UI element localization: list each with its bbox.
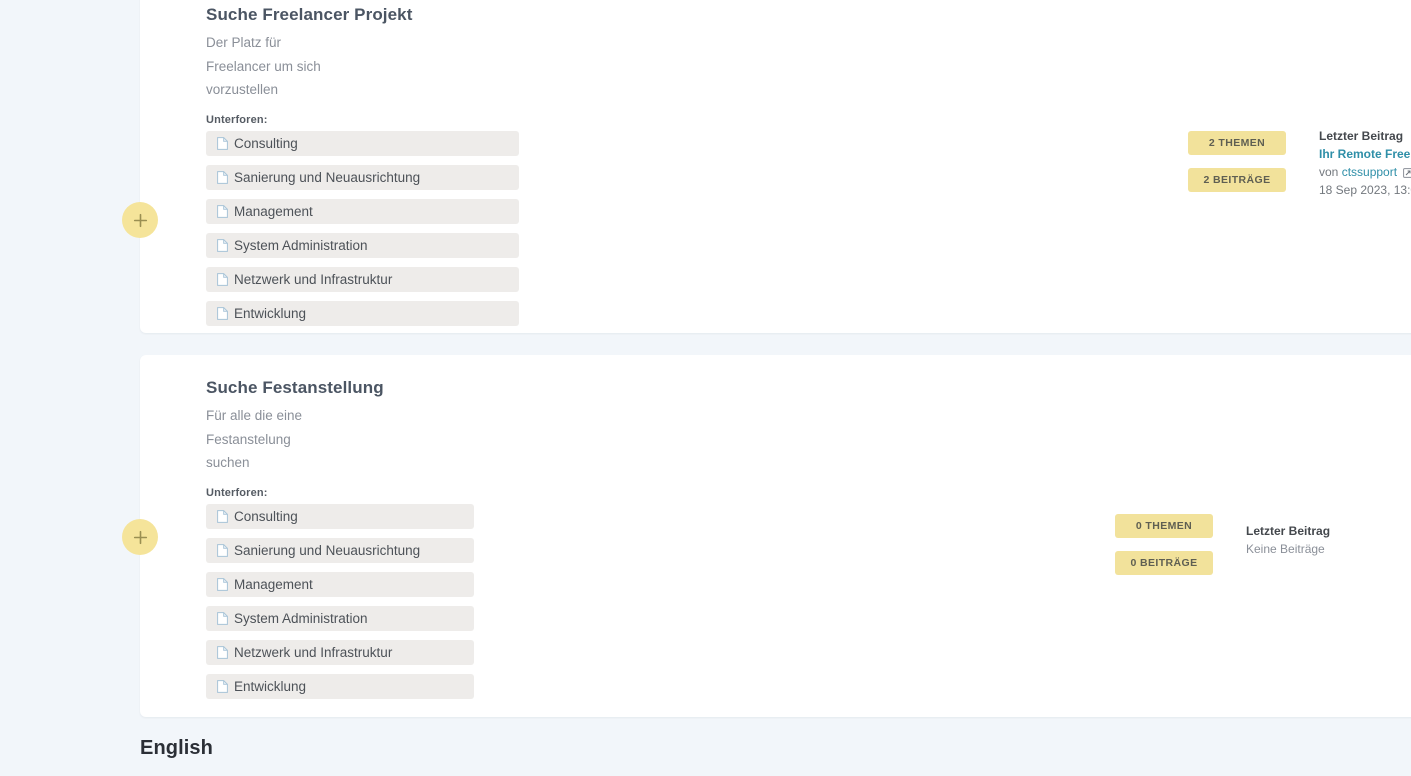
document-icon	[217, 272, 228, 286]
document-icon	[217, 306, 228, 320]
subforum-item[interactable]: Netzwerk und Infrastruktur	[206, 266, 519, 292]
document-icon	[217, 645, 228, 659]
last-post-empty-text: Keine Beiträge	[1246, 542, 1325, 556]
forum-index-page: Suche Freelancer Projekt Der Platz für F…	[0, 0, 1411, 776]
forum-description: Der Platz für Freelancer um sich vorzust…	[206, 31, 366, 102]
subforum-item[interactable]: Sanierung und Neuausrichtung	[206, 164, 519, 190]
subforum-item[interactable]: Netzwerk und Infrastruktur	[206, 639, 474, 665]
document-icon	[217, 679, 228, 693]
subforum-name: Management	[234, 576, 313, 592]
last-post-heading: Letzter Beitrag	[1319, 129, 1404, 143]
plus-icon[interactable]	[122, 202, 158, 238]
external-link-icon[interactable]	[1403, 168, 1411, 178]
subforum-item[interactable]: Entwicklung	[206, 300, 519, 326]
subforum-name: Netzwerk und Infrastruktur	[234, 271, 393, 287]
document-icon	[217, 238, 228, 252]
last-post-block: Letzter Beitrag Ihr Remote Freelancer IT…	[1319, 127, 1411, 199]
subforum-name: System Administration	[234, 237, 368, 253]
subforum-name: Netzwerk und Infrastruktur	[234, 644, 393, 660]
subforum-name: Management	[234, 203, 313, 219]
document-icon	[217, 170, 228, 184]
last-post-heading: Letzter Beitrag	[1246, 524, 1331, 538]
subforum-name: Sanierung und Neuausrichtung	[234, 542, 421, 558]
forum-description-line: Für alle die eine	[206, 408, 303, 423]
subforum-name: Consulting	[234, 508, 298, 524]
subforum-name: System Administration	[234, 610, 368, 626]
posts-badge: 0 BEITRÄGE	[1115, 551, 1213, 575]
forum-title[interactable]: Suche Festanstellung	[206, 377, 1411, 399]
topics-badge: 2 THEMEN	[1188, 131, 1286, 155]
last-post-block: Letzter Beitrag Keine Beiträge	[1246, 522, 1411, 558]
section-heading-english: English	[140, 737, 213, 759]
subforum-label: Unterforen:	[206, 113, 268, 126]
last-post-date: 18 Sep 2023, 13:08	[1319, 183, 1411, 197]
subforum-list: Consulting Sanierung und Neuausrichtung …	[206, 503, 1411, 699]
subforum-label: Unterforen:	[206, 486, 268, 499]
document-icon	[217, 509, 228, 523]
document-icon	[217, 136, 228, 150]
document-icon	[217, 577, 228, 591]
subforum-name: Sanierung und Neuausrichtung	[234, 169, 421, 185]
forum-description-line: Festanstelung	[206, 431, 291, 447]
last-post-topic-link[interactable]: Ihr Remote Freelancer IT-Sup	[1319, 145, 1411, 163]
last-post-author-link[interactable]: ctssupport	[1342, 165, 1397, 179]
subforum-item[interactable]: Consulting	[206, 503, 474, 529]
subforum-name: Entwicklung	[234, 678, 307, 694]
subforum-item[interactable]: Sanierung und Neuausrichtung	[206, 537, 474, 563]
posts-badge: 2 BEITRÄGE	[1188, 168, 1286, 192]
subforum-item[interactable]: Consulting	[206, 130, 519, 156]
forum-description-line: Freelancer um sich	[206, 58, 321, 74]
forum-description-line: vorzustellen	[206, 82, 279, 97]
subforum-name: Entwicklung	[234, 305, 307, 321]
forum-stats: 0 THEMEN 0 BEITRÄGE	[1115, 514, 1213, 588]
subforum-item[interactable]: Management	[206, 571, 474, 597]
document-icon	[217, 543, 228, 557]
subforum-item[interactable]: System Administration	[206, 232, 519, 258]
forum-stats: 2 THEMEN 2 BEITRÄGE	[1188, 131, 1286, 205]
subforum-item[interactable]: Entwicklung	[206, 673, 474, 699]
plus-icon[interactable]	[122, 519, 158, 555]
last-post-author-line: von ctssupport	[1319, 163, 1411, 181]
subforum-item[interactable]: System Administration	[206, 605, 474, 631]
subforum-item[interactable]: Management	[206, 198, 519, 224]
forum-card-suche-freelancer-projekt: Suche Freelancer Projekt Der Platz für F…	[122, 0, 1411, 333]
document-icon	[217, 611, 228, 625]
forum-card-suche-festanstellung: Suche Festanstellung Für alle die eine F…	[122, 355, 1411, 717]
document-icon	[217, 204, 228, 218]
forum-body: Suche Festanstellung Für alle die eine F…	[206, 355, 1411, 717]
forum-description: Für alle die eine Festanstelung suchen	[206, 404, 366, 475]
forum-title[interactable]: Suche Freelancer Projekt	[206, 4, 1411, 26]
subforum-name: Consulting	[234, 135, 298, 151]
forum-description-line: suchen	[206, 455, 250, 470]
forum-description-line: Der Platz für	[206, 35, 282, 50]
last-post-by-prefix: von	[1319, 165, 1339, 179]
topics-badge: 0 THEMEN	[1115, 514, 1213, 538]
